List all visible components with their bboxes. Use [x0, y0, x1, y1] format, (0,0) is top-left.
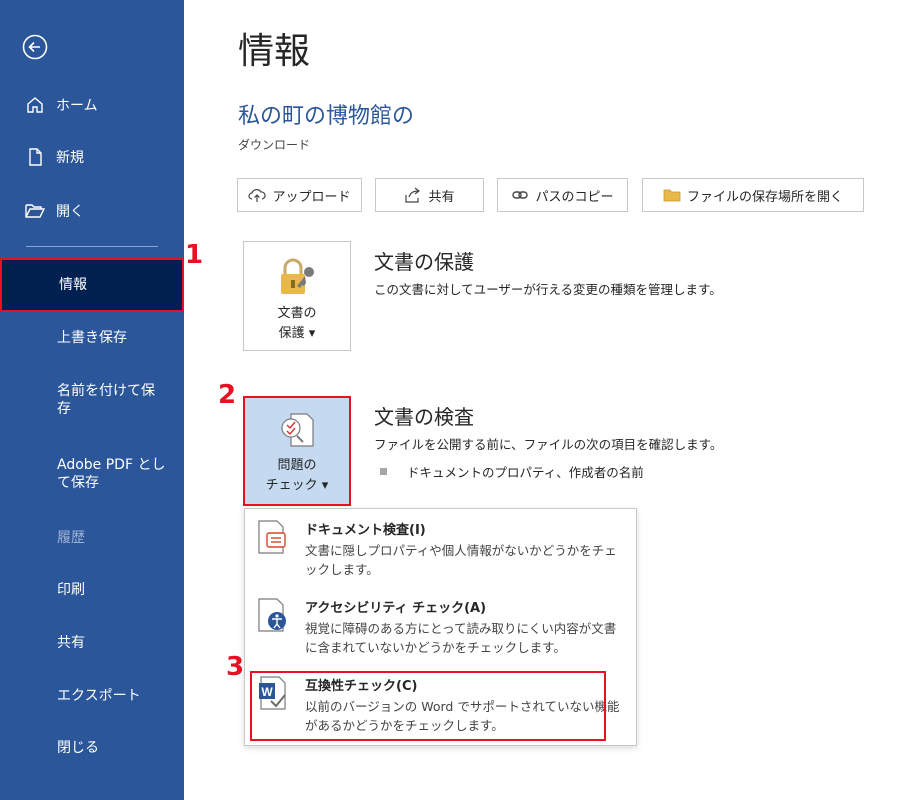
menu-item-title: ドキュメント検査(I)	[305, 523, 426, 538]
bullet-square-icon	[380, 468, 387, 475]
accessibility-checker-icon	[258, 598, 286, 632]
document-title: 私の町の博物館の	[238, 104, 415, 129]
sidebar-divider	[26, 246, 158, 247]
link-icon	[512, 191, 529, 199]
sidebar-item-save[interactable]: 上書き保存	[0, 326, 184, 350]
sidebar-item-label: 上書き保存	[57, 330, 127, 346]
sidebar-item-label: 名前を付けて保 存	[57, 383, 155, 417]
share-icon	[405, 187, 421, 203]
inspect-section-title: 文書の検査	[374, 405, 474, 429]
protect-document-label: 文書の 保護 ▾	[277, 306, 317, 341]
new-document-icon	[24, 146, 46, 168]
document-inspector-icon	[258, 520, 286, 554]
document-location: ダウンロード	[238, 138, 311, 152]
menu-item-inspect-document[interactable]: ドキュメント検査(I) 文書に隠しプロパティや個人情報がないかどうかをチェックし…	[245, 519, 636, 589]
sidebar-item-label: 開く	[56, 204, 84, 220]
sidebar-item-label: 共有	[57, 635, 85, 651]
sidebar-item-save-as[interactable]: 名前を付けて保 存	[0, 380, 184, 420]
annotation-number-2: 2	[218, 380, 237, 410]
protect-section-description: この文書に対してユーザーが行える変更の種類を管理します。	[374, 282, 722, 297]
sidebar-item-home[interactable]: ホーム	[0, 93, 184, 117]
menu-item-description: 視覚に障碍のある方にとって読み取りにくい内容が文書に含まれていないかどうかをチェ…	[305, 621, 617, 655]
lock-key-icon	[281, 258, 314, 294]
protect-document-button[interactable]: 文書の 保護 ▾	[243, 241, 351, 351]
folder-icon	[663, 189, 681, 202]
annotation-number-3: 3	[226, 652, 245, 682]
sidebar-item-label: 情報	[59, 277, 87, 293]
inspect-bullet: ドキュメントのプロパティ、作成者の名前	[380, 462, 644, 481]
check-for-issues-button[interactable]: 問題の チェック ▾	[243, 396, 351, 506]
backstage-sidebar: ホーム 新規 開く 情報 上書き保存 名前を付けて保 存 Adobe PDF と…	[0, 0, 184, 800]
check-for-issues-label: 問題の チェック ▾	[265, 458, 329, 493]
inspect-document-icon	[281, 413, 314, 447]
sidebar-item-label: 印刷	[57, 582, 85, 598]
copy-path-button[interactable]: パスのコピー	[497, 178, 628, 212]
share-button[interactable]: 共有	[375, 178, 484, 212]
back-arrow-icon[interactable]	[22, 34, 48, 60]
page-title: 情報	[238, 31, 311, 72]
sidebar-item-history: 履歴	[0, 526, 184, 550]
sidebar-item-info[interactable]: 情報	[0, 258, 184, 312]
sidebar-item-label: ホーム	[56, 98, 98, 114]
open-file-location-button[interactable]: ファイルの保存場所を開く	[642, 178, 864, 212]
sidebar-item-print[interactable]: 印刷	[0, 578, 184, 602]
annotation-number-1: 1	[185, 240, 204, 270]
sidebar-item-close[interactable]: 閉じる	[0, 736, 184, 760]
sidebar-item-label: エクスポート	[57, 688, 141, 704]
cloud-upload-icon	[248, 189, 267, 202]
upload-button[interactable]: アップロード	[237, 178, 362, 212]
home-icon	[24, 94, 46, 116]
sidebar-item-label: 閉じる	[57, 740, 99, 756]
sidebar-item-share[interactable]: 共有	[0, 631, 184, 655]
sidebar-item-label: 新規	[56, 150, 84, 166]
open-folder-icon	[24, 200, 46, 222]
sidebar-item-new[interactable]: 新規	[0, 145, 184, 169]
sidebar-item-export[interactable]: エクスポート	[0, 684, 184, 708]
inspect-section-description: ファイルを公開する前に、ファイルの次の項目を確認します。	[374, 437, 723, 452]
menu-item-description: 文書に隠しプロパティや個人情報がないかどうかをチェックします。	[305, 543, 617, 577]
menu-item-title: アクセシビリティ チェック(A)	[305, 601, 487, 616]
highlight-box-compatibility	[250, 671, 606, 741]
sidebar-item-open[interactable]: 開く	[0, 199, 184, 223]
sidebar-item-label: 履歴	[57, 530, 85, 546]
sidebar-item-save-as-pdf[interactable]: Adobe PDF とし て保存	[0, 454, 184, 494]
protect-section-title: 文書の保護	[374, 250, 474, 274]
sidebar-item-label: Adobe PDF とし て保存	[57, 457, 166, 491]
menu-item-accessibility-check[interactable]: アクセシビリティ チェック(A) 視覚に障碍のある方にとって読み取りにくい内容が…	[245, 597, 636, 667]
